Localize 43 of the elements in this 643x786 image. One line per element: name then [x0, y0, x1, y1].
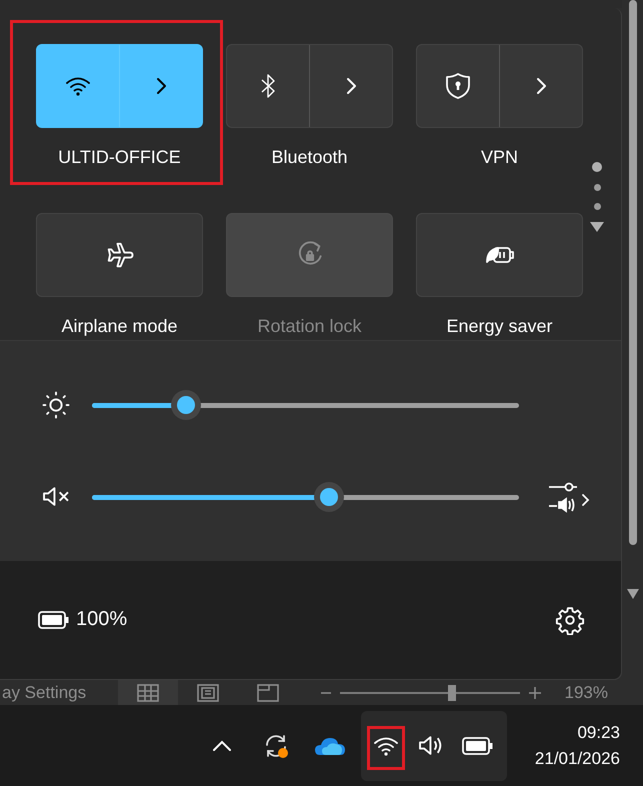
chevron-up-icon [212, 740, 232, 752]
tile-label: Bluetooth [271, 146, 348, 168]
clock-button[interactable]: 09:23 21/01/2026 [534, 722, 620, 768]
wifi-icon [373, 734, 399, 756]
settings-icon [555, 604, 585, 635]
brightness-icon [41, 390, 71, 420]
page-dot[interactable] [594, 184, 600, 191]
zoom-in-icon[interactable] [528, 686, 542, 700]
battery-icon [462, 736, 494, 754]
page-icon [197, 684, 219, 702]
tile-label: ULTID-OFFICE [58, 146, 181, 168]
status-text: ay Settings [1, 682, 88, 702]
chevron-icon [155, 76, 167, 96]
shield-icon [445, 72, 471, 100]
grid-icon [137, 684, 159, 702]
wifi-icon [65, 74, 91, 97]
zoom-slider[interactable] [340, 684, 520, 700]
bluetooth-icon [260, 72, 276, 99]
zoom-percentage: 193% [564, 682, 608, 702]
tile-label: Energy saver [446, 316, 553, 337]
zoom-thumb[interactable] [448, 684, 456, 700]
system-tray-group[interactable] [361, 710, 507, 780]
scroll-down-icon[interactable] [626, 589, 638, 599]
scrollbar-thumb[interactable] [628, 0, 636, 545]
battery-percentage: 100% [76, 608, 128, 632]
chevron-icon [535, 76, 547, 96]
page-dot[interactable] [592, 162, 602, 172]
page-dot[interactable] [594, 202, 600, 210]
tile-label: Rotation lock [257, 316, 362, 337]
frame-icon [257, 684, 279, 702]
next-page-icon[interactable] [590, 222, 604, 232]
battery-icon [38, 610, 70, 629]
slider-thumb[interactable] [170, 390, 201, 420]
tile-label: VPN [480, 146, 518, 168]
slider-thumb[interactable] [314, 482, 344, 512]
toggle-tile[interactable] [36, 212, 203, 297]
chevron-icon [345, 76, 357, 96]
toggle-tile[interactable] [416, 212, 583, 297]
view-button[interactable] [118, 680, 178, 705]
tile-label: Airplane mode [61, 316, 178, 337]
slider-track[interactable] [92, 482, 519, 512]
slider-track[interactable] [92, 390, 519, 420]
settings-button[interactable] [555, 604, 585, 635]
